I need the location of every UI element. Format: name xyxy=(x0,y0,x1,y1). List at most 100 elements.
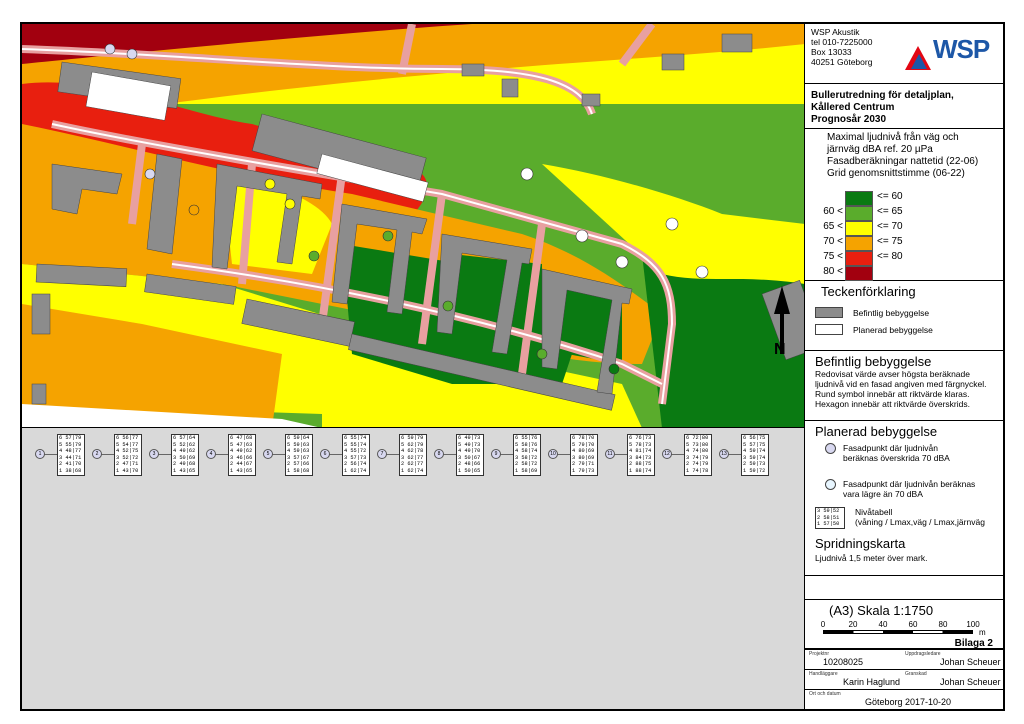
level-legend-row: 75 < <= 80 xyxy=(823,251,995,266)
level-table-row: 5 49|73 xyxy=(458,441,481,448)
circle-label-1: Fasadpunkt där ljudnivån beräknas xyxy=(843,479,976,489)
existing-section: Befintlig bebyggelse Redovisat värde avs… xyxy=(805,351,1003,421)
level-table-row: 6 55|76 xyxy=(515,435,538,441)
level-table-row: 4 49|62 xyxy=(173,448,196,455)
circle-icon xyxy=(825,479,836,490)
existing-text-3: Rund symbol innebär att riktvärde klaras… xyxy=(815,389,970,399)
level-table-row: 1 62|74 xyxy=(401,467,424,474)
map-description-box: Maximal ljudnivå från väg och järnväg dB… xyxy=(805,129,1003,281)
company-box: WSP Akustik tel 010-7225000 Box 13033 40… xyxy=(805,24,1003,84)
reviewer-value: Johan Scheuer xyxy=(940,677,1001,687)
level-table-row: 4 59|63 xyxy=(287,448,310,455)
table-point-marker: 2 xyxy=(92,449,102,459)
legend-existing-label: Befintlig bebyggelse xyxy=(853,308,930,318)
level-table-row: 6 57|79 xyxy=(59,435,82,441)
scale-tick-label: 60 xyxy=(908,620,918,629)
level-table-row: 6 59|64 xyxy=(287,435,310,441)
level-legend-row: <= 60 xyxy=(845,191,995,206)
level-table-row: 1 59|72 xyxy=(743,467,766,474)
level-table: 6 57|64 5 52|62 4 49|62 3 50|69 2 49|68 1 43|… xyxy=(171,434,199,476)
level-high-label: <= 80 xyxy=(877,251,903,262)
level-table-row: 1 62|74 xyxy=(344,467,367,474)
level-table-row: 5 73|80 xyxy=(686,441,709,448)
level-table: 6 55|76 5 58|76 4 58|74 3 58|72 2 58|72 1 58|… xyxy=(513,434,541,476)
level-table: 6 72|80 5 73|80 4 74|80 3 74|79 2 74|79 1 74|… xyxy=(684,434,712,476)
table-point-marker: 4 xyxy=(206,449,216,459)
level-table-row: 6 59|79 xyxy=(401,435,424,441)
scale-tick-label: 20 xyxy=(848,620,858,629)
assignment-label: Uppdragsledare xyxy=(905,651,941,657)
footer-row-2: Handläggare Karin Haglund Granskad Johan… xyxy=(805,669,1003,689)
level-swatch xyxy=(845,206,873,221)
hexagon-icon xyxy=(825,443,836,454)
level-swatch xyxy=(845,236,873,251)
level-swatch xyxy=(845,191,873,206)
legend-title: Teckenförklaring xyxy=(821,284,916,299)
level-table-row: 3 58|72 xyxy=(515,454,538,461)
level-table-row: 4 49|62 xyxy=(230,448,253,455)
existing-title: Befintlig bebyggelse xyxy=(815,354,932,369)
level-table-row: 2 49|68 xyxy=(173,461,196,468)
level-legend-row: 60 < <= 65 xyxy=(823,206,995,221)
level-table-row: 3 84|73 xyxy=(629,454,652,461)
hex-label-2: beräknas överskrida 70 dBA xyxy=(843,453,950,463)
level-table-row: 3 52|72 xyxy=(116,454,139,461)
level-table-row: 5 54|77 xyxy=(116,441,139,448)
table-point-marker: 8 xyxy=(434,449,444,459)
level-table-row: 5 52|62 xyxy=(173,441,196,448)
circle-label-2: vara lägre än 70 dBA xyxy=(843,489,923,499)
level-table: 6 49|73 5 49|73 4 49|70 3 50|67 2 48|66 1 50|… xyxy=(456,434,484,476)
table-point-marker: 12 xyxy=(662,449,672,459)
level-table-row: 2 58|72 xyxy=(515,461,538,468)
level-low-label: 75 < xyxy=(823,251,843,262)
level-table-row: 3 50|67 xyxy=(458,454,481,461)
planned-title: Planerad bebyggelse xyxy=(815,424,938,439)
level-table-row: 6 49|73 xyxy=(458,435,481,441)
spread-text: Ljudnivå 1,5 meter över mark. xyxy=(815,553,928,563)
level-table-row: 5 58|76 xyxy=(515,441,538,448)
legend-planned-label: Planerad bebyggelse xyxy=(853,325,933,335)
level-table-row: 6 57|64 xyxy=(173,435,196,441)
description-line2: järnväg dBA ref. 20 µPa xyxy=(827,144,933,155)
level-table: 6 55|74 5 55|74 4 55|72 3 57|73 2 56|74 1 62|… xyxy=(342,434,370,476)
level-table: 6 56|77 5 54|77 4 52|75 3 52|72 2 47|71 1 43|… xyxy=(114,434,142,476)
level-table-row: 1 38|68 xyxy=(59,467,82,474)
level-table-row: 6 47|68 xyxy=(230,435,253,441)
level-table-row: 2 59|73 xyxy=(743,461,766,468)
noise-map: N xyxy=(22,24,805,428)
scale-tick-label: 40 xyxy=(878,620,888,629)
level-high-label: <= 75 xyxy=(877,236,903,247)
level-table-row: 4 49|70 xyxy=(458,448,481,455)
table-point-marker: 10 xyxy=(548,449,558,459)
level-table-row: 5 62|79 xyxy=(401,441,424,448)
table-point-marker: 7 xyxy=(377,449,387,459)
table-point-marker: 3 xyxy=(149,449,159,459)
level-table: 6 57|79 5 55|79 4 48|77 3 44|71 2 41|70 1 38|… xyxy=(57,434,85,476)
level-table-row: 3 50|69 xyxy=(173,454,196,461)
spread-title: Spridningskarta xyxy=(815,536,906,551)
project-title-line1: Bullerutredning för detaljplan, xyxy=(811,90,954,101)
level-table-row: 3 74|79 xyxy=(686,454,709,461)
existing-text-1: Redovisat värde avser högsta beräknade xyxy=(815,369,970,379)
level-swatch xyxy=(845,251,873,266)
level-table-row: 2 56|74 xyxy=(344,461,367,468)
table-label-2: (våning / Lmax,väg / Lmax,järnväg xyxy=(855,517,985,527)
level-table-row: 1 43|70 xyxy=(116,467,139,474)
level-table-row: 4 52|75 xyxy=(116,448,139,455)
table-label-1: Nivåtabell xyxy=(855,507,893,517)
level-table: 6 47|68 5 47|63 4 49|62 3 46|66 2 44|67 1 43|… xyxy=(228,434,256,476)
table-point-marker: 11 xyxy=(605,449,615,459)
level-table-row: 4 58|74 xyxy=(515,448,538,455)
level-legend-row: 80 < xyxy=(823,266,995,281)
place-date: Göteborg 2017-10-20 xyxy=(865,697,952,707)
level-low-label: 60 < xyxy=(823,206,843,217)
level-swatch xyxy=(845,266,873,281)
scale-tick-label: 80 xyxy=(938,620,948,629)
description-line3: Fasadberäkningar nattetid (22-06) xyxy=(827,156,979,167)
level-table-row: 2 48|66 xyxy=(458,461,481,468)
sample-level-table: 3 59|52 2 58|51 1 57|50 xyxy=(815,507,845,529)
scale-tick-label: 0 xyxy=(820,620,826,629)
scale-box: (A3) Skala 1:1750 0 20 40 60 80 100 m Bilaga 2 xyxy=(805,599,1003,649)
level-table: 6 59|79 5 62|79 4 62|78 3 62|77 2 62|77 1 62|… xyxy=(399,434,427,476)
level-table-row: 2 41|70 xyxy=(59,461,82,468)
